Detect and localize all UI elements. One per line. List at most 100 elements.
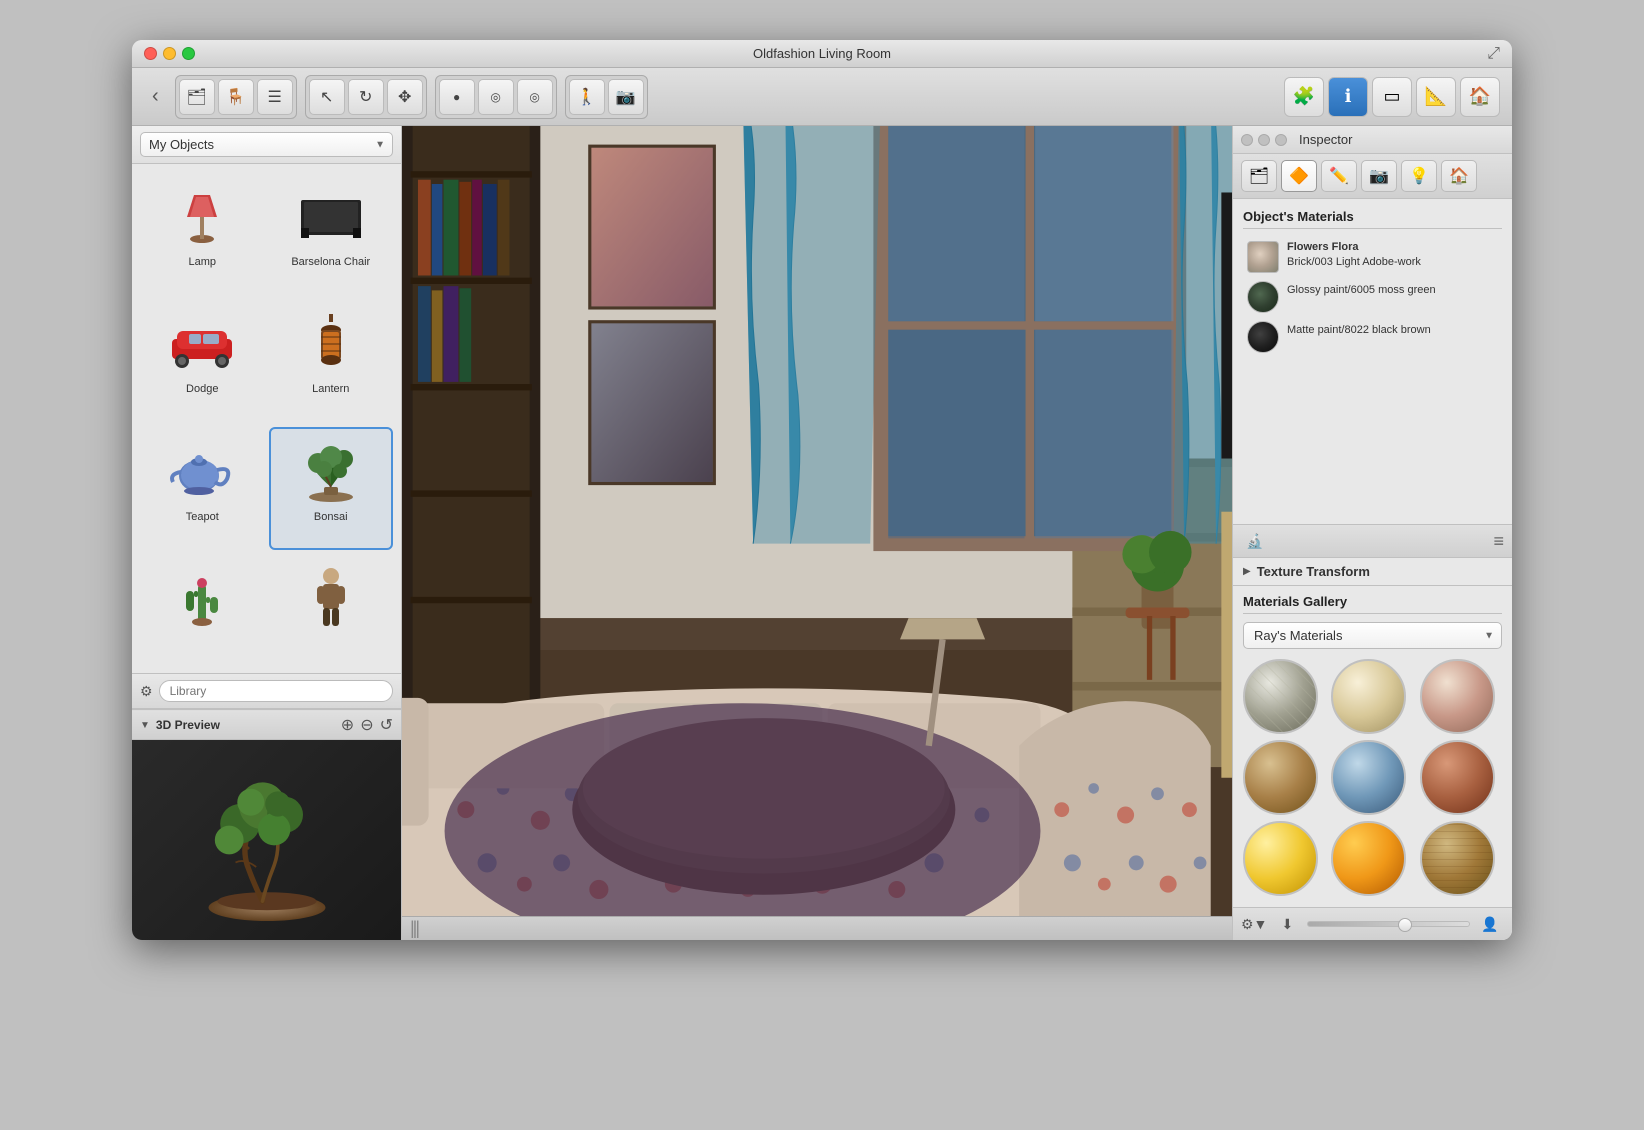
preview-collapse-arrow[interactable]: ▼ <box>140 720 150 731</box>
stop-button[interactable]: ◎ <box>517 79 553 115</box>
teapot-icon <box>162 437 242 507</box>
sidebar-search-bar: ⚙ <box>132 673 401 709</box>
material-item-matte-paint[interactable]: Matte paint/8022 black brown <box>1243 317 1502 357</box>
import-button[interactable]: ⬇ <box>1273 912 1301 936</box>
inspector-tab-edit[interactable]: ✏️ <box>1321 160 1357 192</box>
main-toolbar: ‹ 🗂 🪑 ☰ ↖ ↻ ✥ ● ◎ ◎ 🚶 📷 🧩 ℹ ▭ 📐 🏠 <box>132 68 1512 126</box>
dodge-icon <box>162 309 242 379</box>
teapot-label: Teapot <box>186 511 219 523</box>
camera-button[interactable]: 📷 <box>608 79 644 115</box>
material-item-glossy-paint[interactable]: Glossy paint/6005 moss green <box>1243 277 1502 317</box>
gallery-item-rust-texture[interactable] <box>1420 740 1495 815</box>
eyedropper-button[interactable]: 🔬 <box>1241 529 1269 553</box>
inspector-action-toolbar: 🔬 ≡ <box>1233 524 1512 558</box>
object-item-barselona-chair[interactable]: Barselona Chair <box>269 172 394 295</box>
barselona-chair-label: Barselona Chair <box>291 256 370 268</box>
gallery-item-blue-argyle[interactable] <box>1331 740 1406 815</box>
inspector-title: Inspector <box>1299 132 1352 147</box>
glossy-paint-swatch <box>1247 281 1279 313</box>
zoom-out-button[interactable]: ⊖ <box>360 715 373 735</box>
record-button[interactable]: ● <box>439 79 475 115</box>
object-item-cactus[interactable] <box>140 554 265 665</box>
inspector-min-button[interactable] <box>1258 134 1270 146</box>
inspector-gear-button[interactable]: ⚙▼ <box>1241 916 1267 933</box>
preview-controls: ⊕ ⊖ ↺ <box>341 715 393 735</box>
gallery-item-orange[interactable] <box>1331 821 1406 896</box>
objects-dropdown-wrap: My Objects <box>140 132 393 157</box>
objects-view-button[interactable]: 🗂 <box>179 79 215 115</box>
window-controls <box>144 47 195 60</box>
inspector-body: Object's Materials Flowers Flora Brick/0… <box>1233 199 1512 524</box>
scene-bottom-bar: ||| <box>402 916 1232 940</box>
settings-button[interactable]: 🧩 <box>1284 77 1324 117</box>
inspector-tab-objects[interactable]: 🗂 <box>1241 160 1277 192</box>
play-button[interactable]: ◎ <box>478 79 514 115</box>
inspector-tab-light[interactable]: 💡 <box>1401 160 1437 192</box>
record-tools-group: ● ◎ ◎ <box>435 75 557 119</box>
user-icon-button[interactable]: 👤 <box>1476 912 1504 936</box>
home-button[interactable]: 🏠 <box>1460 77 1500 117</box>
reset-view-button[interactable]: ↺ <box>380 715 393 735</box>
lamp-icon <box>162 182 242 252</box>
walk-button[interactable]: 🚶 <box>569 79 605 115</box>
gallery-dropdown[interactable]: Ray's Materials <box>1243 622 1502 649</box>
zoom-in-button[interactable]: ⊕ <box>341 715 354 735</box>
object-item-figure[interactable] <box>269 554 394 665</box>
plan-button[interactable]: 📐 <box>1416 77 1456 117</box>
object-item-bonsai[interactable]: Bonsai <box>269 427 394 550</box>
flowers-flora-sub: Brick/003 Light Adobe-work <box>1287 253 1421 269</box>
preview-section: ▼ 3D Preview ⊕ ⊖ ↺ <box>132 709 401 940</box>
gallery-item-red-floral[interactable] <box>1420 659 1495 734</box>
sidebar-header: My Objects <box>132 126 401 164</box>
right-toolbar-group: 🧩 ℹ ▭ 📐 🏠 <box>1284 77 1500 117</box>
figure-icon <box>291 564 371 634</box>
objects-dropdown[interactable]: My Objects <box>140 132 393 157</box>
preview-title: 3D Preview <box>156 718 220 732</box>
rotate-tool-button[interactable]: ↻ <box>348 79 384 115</box>
flowers-flora-title: Flowers Flora <box>1287 241 1421 253</box>
close-button[interactable] <box>144 47 157 60</box>
barselona-chair-icon <box>291 182 371 252</box>
minimize-button[interactable] <box>163 47 176 60</box>
layout-button[interactable]: ▭ <box>1372 77 1412 117</box>
list-view-button[interactable]: ☰ <box>257 79 293 115</box>
size-slider-thumb[interactable] <box>1398 918 1412 932</box>
select-tool-button[interactable]: ↖ <box>309 79 345 115</box>
lantern-label: Lantern <box>312 383 349 395</box>
inspector-max-button[interactable] <box>1275 134 1287 146</box>
glossy-paint-label: Glossy paint/6005 moss green <box>1287 281 1436 297</box>
inspector-menu-button[interactable]: ≡ <box>1493 531 1504 552</box>
object-item-teapot[interactable]: Teapot <box>140 427 265 550</box>
move-tool-button[interactable]: ✥ <box>387 79 423 115</box>
object-item-lamp[interactable]: Lamp <box>140 172 265 295</box>
texture-transform-arrow: ▶ <box>1243 566 1251 577</box>
preview-3d-area <box>132 740 401 940</box>
texture-transform-header[interactable]: ▶ Texture Transform <box>1243 564 1502 579</box>
maximize-button[interactable] <box>182 47 195 60</box>
inspector-close-button[interactable] <box>1241 134 1253 146</box>
gallery-item-wood[interactable] <box>1420 821 1495 896</box>
expand-icon[interactable]: ⤢ <box>1487 45 1500 63</box>
object-item-lantern[interactable]: Lantern <box>269 299 394 422</box>
cactus-icon <box>162 564 242 634</box>
inspector-tab-sphere[interactable]: 🔶 <box>1281 160 1317 192</box>
gallery-item-cream-flower[interactable] <box>1331 659 1406 734</box>
info-button[interactable]: ℹ <box>1328 77 1368 117</box>
object-item-dodge[interactable]: Dodge <box>140 299 265 422</box>
inspector-tab-home[interactable]: 🏠 <box>1441 160 1477 192</box>
material-item-flowers-flora[interactable]: Flowers Flora Brick/003 Light Adobe-work <box>1243 237 1502 277</box>
search-gear-icon[interactable]: ⚙ <box>140 683 153 700</box>
gallery-item-gray-flower[interactable] <box>1243 659 1318 734</box>
lantern-icon <box>291 309 371 379</box>
back-button[interactable]: ‹ <box>144 81 167 112</box>
inspector-tab-camera[interactable]: 📷 <box>1361 160 1397 192</box>
scene-svg <box>402 126 1232 940</box>
chair-view-button[interactable]: 🪑 <box>218 79 254 115</box>
main-window: Oldfashion Living Room ⤢ ‹ 🗂 🪑 ☰ ↖ ↻ ✥ ●… <box>132 40 1512 940</box>
objects-grid: Lamp Barselona Chair <box>132 164 401 673</box>
gallery-item-gold[interactable] <box>1243 821 1318 896</box>
matte-paint-swatch <box>1247 321 1279 353</box>
search-input[interactable] <box>159 680 393 702</box>
materials-gallery-section: Materials Gallery Ray's Materials <box>1233 586 1512 907</box>
gallery-item-brown-pattern[interactable] <box>1243 740 1318 815</box>
